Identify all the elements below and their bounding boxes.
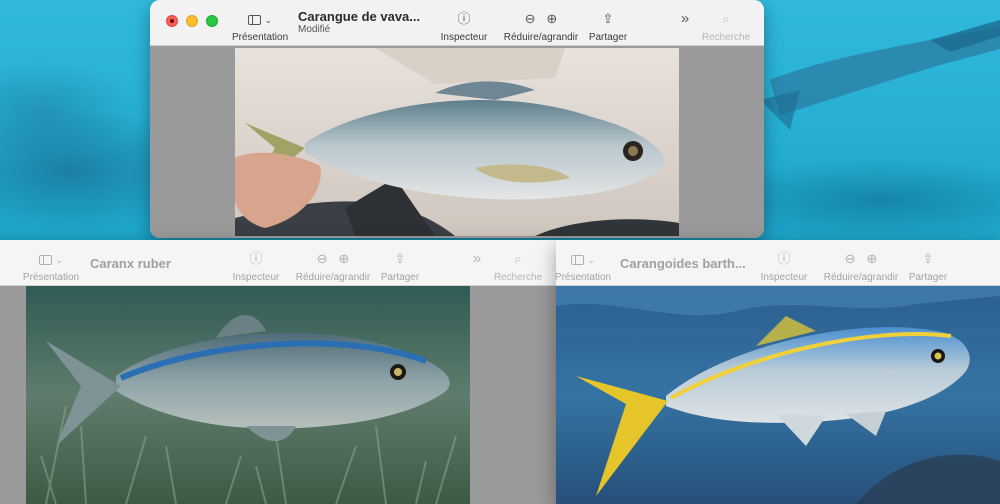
fish-photo-caranx-ruber <box>26 286 470 504</box>
fish-photo-carangoides <box>556 286 1000 504</box>
fish-photo-carangue <box>235 48 679 236</box>
inspector-label: Inspecteur <box>760 272 808 283</box>
chevron-down-icon: ⌄ <box>587 255 596 265</box>
image-canvas <box>150 46 764 238</box>
diver-silhouette-image <box>760 20 1000 130</box>
info-icon: ⓘ <box>777 251 791 266</box>
share-label: Partager <box>908 272 948 283</box>
more-toolbar-button[interactable]: » <box>468 251 486 267</box>
chevron-down-icon: ⌄ <box>55 255 64 265</box>
presentation-label: Présentation <box>232 32 289 43</box>
inspector-button[interactable]: ⓘ Inspecteur <box>756 251 812 283</box>
zoom-label: Réduire/agrandir <box>295 272 371 283</box>
more-chevrons-icon: » <box>680 10 690 27</box>
presentation-button[interactable]: ⌄ Présentation <box>556 251 614 283</box>
share-button[interactable]: ⇪ Partager <box>906 251 950 283</box>
window-toolbar: ⌄ Présentation Carangue de vava... Modif… <box>150 0 764 46</box>
document-title[interactable]: Carangue de vava... <box>298 9 420 24</box>
share-button[interactable]: ⇪ Partager <box>586 11 630 43</box>
info-icon: ⓘ <box>249 251 263 266</box>
image-canvas <box>0 286 556 504</box>
sidebar-icon <box>247 14 261 25</box>
window-toolbar: ⌄ Présentation Caranx ruber ⓘ Inspecteur… <box>0 240 556 286</box>
zoom-control[interactable]: ⊖ ⊕ Réduire/agrandir <box>818 251 904 283</box>
share-icon: ⇪ <box>394 251 406 266</box>
image-canvas <box>556 286 1000 504</box>
document-status: Modifié <box>298 24 331 35</box>
inspector-label: Inspecteur <box>232 272 280 283</box>
search-label: Recherche <box>701 32 751 43</box>
presentation-button[interactable]: ⌄ Présentation <box>232 11 288 43</box>
more-chevrons-icon: » <box>472 250 482 267</box>
window-toolbar: ⌄ Présentation Carangoides barth... ⓘ In… <box>556 240 1000 286</box>
inspector-button[interactable]: ⓘ Inspecteur <box>228 251 284 283</box>
zoom-control[interactable]: ⊖ ⊕ Réduire/agrandir <box>290 251 376 283</box>
zoom-in-icon[interactable]: ⊕ <box>866 251 877 266</box>
search-icon: ⌕ <box>722 11 730 26</box>
inspector-label: Inspecteur <box>440 32 488 43</box>
share-label: Partager <box>588 32 628 43</box>
search-button[interactable]: ⌕ Recherche <box>490 251 546 283</box>
share-label: Partager <box>380 272 420 283</box>
share-icon: ⇪ <box>922 251 934 266</box>
search-button[interactable]: ⌕ Recherche <box>698 11 754 43</box>
sidebar-icon <box>570 254 584 265</box>
minimize-button[interactable] <box>186 15 198 27</box>
preview-window-caranx-ruber[interactable]: ⌄ Présentation Caranx ruber ⓘ Inspecteur… <box>0 240 556 504</box>
maximize-button[interactable] <box>206 15 218 27</box>
more-toolbar-button[interactable]: » <box>676 11 694 27</box>
chevron-down-icon: ⌄ <box>264 15 273 25</box>
search-label: Recherche <box>493 272 543 283</box>
zoom-in-icon[interactable]: ⊕ <box>546 11 557 26</box>
share-icon: ⇪ <box>602 11 614 26</box>
info-icon: ⓘ <box>457 11 471 26</box>
zoom-control[interactable]: ⊖ ⊕ Réduire/agrandir <box>498 11 584 43</box>
document-title[interactable]: Caranx ruber <box>90 256 171 271</box>
sidebar-icon <box>38 254 52 265</box>
zoom-out-icon[interactable]: ⊖ <box>845 251 856 266</box>
zoom-out-icon[interactable]: ⊖ <box>317 251 328 266</box>
presentation-button[interactable]: ⌄ Présentation <box>20 251 82 283</box>
traffic-lights <box>166 15 218 27</box>
presentation-label: Présentation <box>556 272 612 283</box>
document-title[interactable]: Carangoides barth... <box>620 256 746 271</box>
inspector-button[interactable]: ⓘ Inspecteur <box>436 11 492 43</box>
close-button[interactable] <box>166 15 178 27</box>
presentation-label: Présentation <box>22 272 80 283</box>
zoom-label: Réduire/agrandir <box>823 272 899 283</box>
zoom-label: Réduire/agrandir <box>503 32 579 43</box>
preview-window-carangoides[interactable]: ⌄ Présentation Carangoides barth... ⓘ In… <box>556 240 1000 504</box>
search-icon: ⌕ <box>514 251 522 266</box>
zoom-in-icon[interactable]: ⊕ <box>338 251 349 266</box>
zoom-out-icon[interactable]: ⊖ <box>525 11 536 26</box>
share-button[interactable]: ⇪ Partager <box>378 251 422 283</box>
preview-window-carangue[interactable]: ⌄ Présentation Carangue de vava... Modif… <box>150 0 764 238</box>
